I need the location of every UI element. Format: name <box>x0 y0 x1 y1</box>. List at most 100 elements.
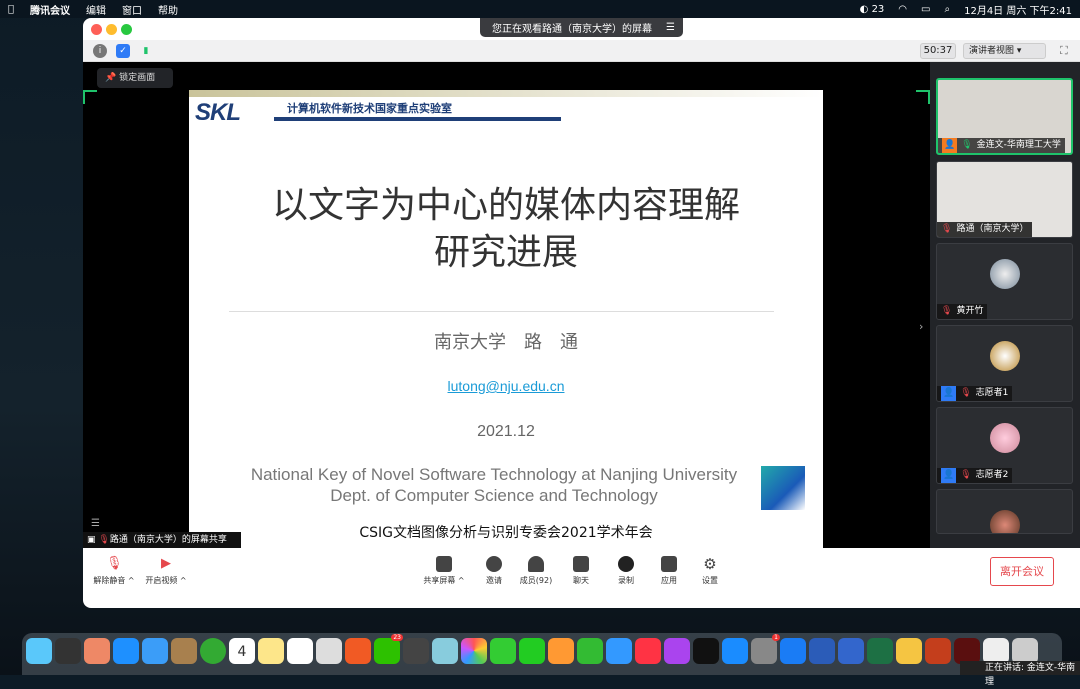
participant-panel: 👤 🎙 金连文-华南理工大学 🎙 路通（南京大学） 🎙 黄开竹 👤 🎙 志愿者1 👤 🎙 志愿者… <box>930 62 1080 548</box>
pin-view-button[interactable]: 📌 锁定画面 <box>97 68 173 88</box>
menu-help[interactable]: 帮助 <box>158 2 178 17</box>
music-icon[interactable] <box>635 638 661 664</box>
wechat-badge: 23 <box>391 634 403 641</box>
chat-button[interactable]: 聊天 <box>556 556 606 586</box>
search-icon[interactable]: ⌕ <box>944 4 950 15</box>
siri-icon[interactable] <box>55 638 81 664</box>
view-mode-select[interactable]: 演讲者视图 ▾ <box>963 43 1046 59</box>
wifi-icon[interactable]: ◠ <box>898 4 907 15</box>
participant-name: 黄开竹 <box>956 306 984 316</box>
excel-icon[interactable] <box>867 638 893 664</box>
wechat-icon[interactable]: 23 <box>374 634 403 664</box>
meeting-controls: 🎙 解除静音 ^ ▶ 开启视频 ^ 共享屏幕 ^ 邀请 成员(92) 聊天 录制 应… <box>83 548 1080 608</box>
share-screen-button[interactable]: 共享屏幕 ^ <box>419 556 469 586</box>
browser-icon[interactable] <box>838 638 864 664</box>
video-tile[interactable]: 🎙 路通（南京大学） <box>936 161 1073 238</box>
unmute-button[interactable]: 🎙 解除静音 ^ <box>89 556 139 586</box>
screen-share-label: ▣ 🎙路通（南京大学）的屏幕共享 <box>83 532 241 548</box>
meeting-timer: 50:37 <box>920 43 956 59</box>
participant-name: 志愿者2 <box>975 470 1009 480</box>
powerpoint-icon[interactable] <box>925 638 951 664</box>
avatar <box>990 341 1020 371</box>
maximize-button[interactable] <box>121 24 132 35</box>
video-label: 开启视频 <box>145 576 178 585</box>
messages-icon[interactable] <box>490 638 516 664</box>
mic-muted-icon: 🎙 <box>941 224 953 234</box>
slide-title-line1: 以文字为中心的媒体内容理解 <box>271 185 740 226</box>
minimize-button[interactable] <box>106 24 117 35</box>
video-tile[interactable]: 🎙 黄开竹 <box>936 243 1073 320</box>
participant-name: 路通（南京大学） <box>956 224 1029 234</box>
info-icon[interactable]: i <box>93 44 107 58</box>
members-button[interactable]: 成员(92) <box>511 556 561 586</box>
word-icon[interactable] <box>809 638 835 664</box>
launchpad-icon[interactable] <box>84 638 110 664</box>
settings-label: 设置 <box>702 576 718 585</box>
banner-text: 您正在观看路通（南京大学）的屏幕 <box>492 24 652 35</box>
video-tile[interactable]: 👤 🎙 志愿者2 <box>936 407 1073 484</box>
maps-icon[interactable] <box>432 638 458 664</box>
video-tile[interactable]: 👤 🎙 志愿者1 <box>936 325 1073 402</box>
digital-paper-icon[interactable] <box>316 638 342 664</box>
podcasts-icon[interactable] <box>664 638 690 664</box>
share-label-text: 路通（南京大学）的屏幕共享 <box>109 535 227 545</box>
share-icon: ▣ <box>87 535 96 545</box>
menu-bar:  腾讯会议 编辑 窗口 帮助 ◐ 23 ◠ ▭ ⌕ 12月4日 周六 下午2:… <box>0 0 1080 18</box>
view-mode-label: 演讲者视图 <box>969 46 1015 56</box>
photos-icon[interactable] <box>461 638 487 664</box>
clock[interactable]: 12月4日 周六 下午2:41 <box>964 2 1072 17</box>
chat-label: 聊天 <box>573 576 589 585</box>
user-icon: 👤 <box>941 386 957 401</box>
pin-icon: 📌 <box>105 73 117 83</box>
list-icon[interactable]: ☰ <box>91 518 100 529</box>
calendar-icon[interactable]: 4 <box>229 638 255 664</box>
slide-author: 南京大学 路 通 <box>434 332 578 353</box>
safari-icon[interactable] <box>113 638 139 664</box>
mic-muted-icon: 🎙 <box>98 535 110 545</box>
header-rule <box>274 117 561 121</box>
reminders-icon[interactable] <box>287 638 313 664</box>
menu-window[interactable]: 窗口 <box>122 2 142 17</box>
corner-marker <box>83 90 97 104</box>
leave-meeting-button[interactable]: 离开会议 <box>990 557 1054 586</box>
apple-icon[interactable]:  <box>8 4 14 15</box>
mail-icon[interactable] <box>142 638 168 664</box>
menu-icon[interactable]: ☰ <box>666 22 675 33</box>
tencent-meeting-icon[interactable] <box>780 638 806 664</box>
slide-conference: CSIG文档图像分析与识别专委会2021学术年会 <box>359 525 653 541</box>
pages-icon[interactable] <box>548 638 574 664</box>
notes-icon[interactable] <box>258 638 284 664</box>
send-icon[interactable] <box>200 638 226 664</box>
record-icon <box>618 556 634 572</box>
sogou-icon[interactable] <box>345 638 371 664</box>
shield-icon[interactable]: ✓ <box>116 44 130 58</box>
mic-muted-icon: 🎙 <box>106 556 123 571</box>
scissors-icon[interactable] <box>896 638 922 664</box>
app-store-icon[interactable] <box>722 638 748 664</box>
menu-app[interactable]: 腾讯会议 <box>30 2 70 17</box>
wechat-status-icon[interactable]: ◐ 23 <box>860 4 885 15</box>
finder-icon[interactable] <box>26 638 52 664</box>
contacts-icon[interactable] <box>171 638 197 664</box>
slide-email-link[interactable]: lutong@nju.edu.cn <box>189 378 823 394</box>
apple-tv-icon[interactable] <box>693 638 719 664</box>
facetime-icon[interactable] <box>519 638 545 664</box>
close-button[interactable] <box>91 24 102 35</box>
video-tile[interactable] <box>936 489 1073 534</box>
keynote-icon[interactable] <box>606 638 632 664</box>
start-video-button[interactable]: ▶ 开启视频 ^ <box>141 556 191 586</box>
system-preferences-icon[interactable]: 1 <box>751 634 780 664</box>
calculator-icon[interactable] <box>403 638 429 664</box>
signal-icon[interactable]: ▮ <box>139 44 153 58</box>
share-screen-label: 共享屏幕 <box>423 576 456 585</box>
numbers-icon[interactable] <box>577 638 603 664</box>
settings-button[interactable]: ⚙ 设置 <box>685 556 735 586</box>
presentation-slide: SKL 计算机软件新技术国家重点实验室 以文字为中心的媒体内容理解 研究进展 南… <box>189 90 823 565</box>
battery-icon[interactable]: ▭ <box>921 4 930 15</box>
video-tile[interactable]: 👤 🎙 金连文-华南理工大学 <box>936 78 1073 155</box>
chevron-right-icon[interactable]: › <box>919 320 923 333</box>
avatar <box>990 423 1020 453</box>
fullscreen-icon[interactable]: ⛶ <box>1060 44 1068 58</box>
menu-edit[interactable]: 编辑 <box>86 2 106 17</box>
unmute-label: 解除静音 <box>93 576 126 585</box>
